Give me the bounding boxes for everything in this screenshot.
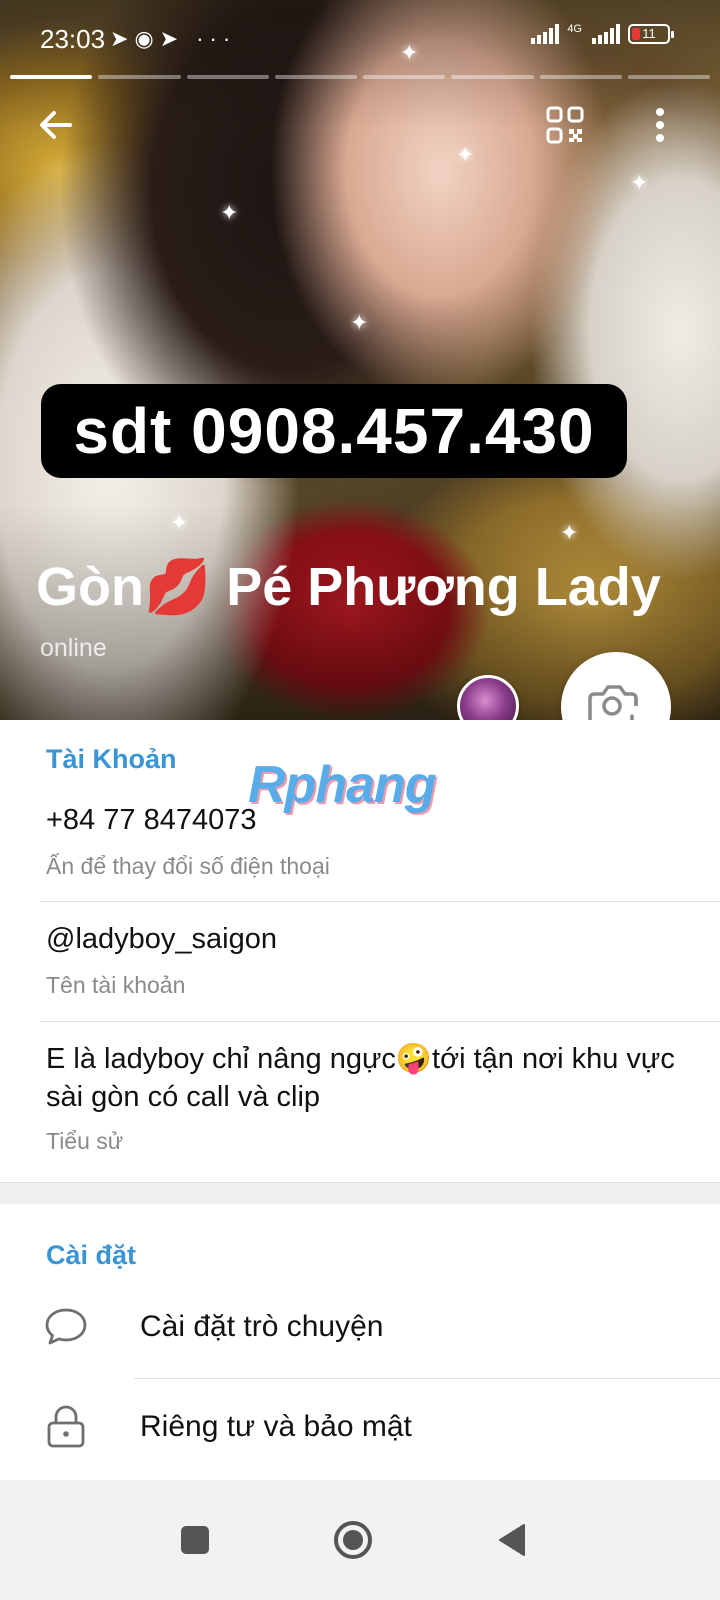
divider: [40, 901, 720, 902]
back-button[interactable]: [26, 95, 86, 155]
network-type-label: 4G: [567, 23, 582, 35]
story-segment: [98, 75, 181, 79]
username-hint: Tên tài khoản: [46, 972, 186, 998]
profile-name: Gòn💋 Pé Phương Lady: [36, 557, 661, 617]
status-indicators: 4G 11: [531, 23, 674, 44]
chat-bubble-icon: [45, 1308, 87, 1345]
story-segment: [186, 75, 269, 79]
recents-button[interactable]: [155, 1500, 235, 1580]
story-segment: [627, 75, 710, 79]
sparkle-decoration: ✦: [220, 200, 239, 225]
settings-item-privacy[interactable]: Riêng tư và bảo mật: [0, 1380, 720, 1476]
status-overflow: ···: [196, 26, 237, 51]
sparkle-decoration: ✦: [630, 170, 649, 195]
phone-number-overlay: sdt 0908.457.430: [41, 384, 627, 478]
back-nav-button[interactable]: [472, 1500, 552, 1580]
back-triangle-icon: [499, 1524, 525, 1556]
status-app-icons: ➤◉➤ ···: [110, 26, 236, 52]
settings-item-label: Riêng tư và bảo mật: [140, 1410, 412, 1443]
qr-code-button[interactable]: [535, 95, 595, 155]
profile-online-status: online: [40, 634, 107, 662]
divider: [134, 1378, 720, 1379]
lock-icon: [47, 1405, 85, 1448]
phone-number-value: +84 77 8474073: [46, 804, 257, 836]
status-time: 23:03: [40, 24, 106, 54]
home-button[interactable]: [313, 1500, 393, 1580]
recents-square-icon: [181, 1526, 209, 1554]
telegram-icon: ➤: [159, 26, 185, 51]
battery-level: 11: [642, 26, 656, 41]
system-nav-bar: [0, 1480, 720, 1600]
more-options-button[interactable]: [630, 95, 690, 155]
sparkle-decoration: ✦: [170, 510, 189, 535]
bio-value: E là ladyboy chỉ nâng ngực🤪tới tận nơi k…: [46, 1043, 675, 1113]
signal-icon: [531, 24, 560, 44]
status-bar: 23:03 ➤◉➤ ··· 4G 11: [0, 18, 720, 62]
messenger-icon: ◉: [134, 26, 160, 51]
signal-icon: [592, 24, 620, 44]
divider: [40, 1021, 720, 1022]
sparkle-decoration: ✦: [350, 310, 369, 335]
section-separator: [0, 1182, 720, 1204]
telegram-icon: ➤: [110, 26, 135, 51]
settings-item-label: Cài đặt trò chuyện: [140, 1310, 384, 1343]
settings-item-chat[interactable]: Cài đặt trò chuyện: [0, 1280, 720, 1376]
bio-hint: Tiểu sử: [46, 1128, 124, 1154]
username-value: @ladyboy_saigon: [46, 923, 277, 955]
story-segment: [10, 75, 93, 79]
account-section-title: Tài Khoản: [46, 744, 177, 774]
battery-icon: 11: [628, 24, 674, 44]
settings-section-title: Cài đặt: [46, 1240, 137, 1270]
story-progress-bar: [10, 75, 710, 79]
story-segment: [363, 75, 446, 79]
story-segment: [274, 75, 357, 79]
sparkle-decoration: ✦: [560, 520, 579, 545]
qr-code-icon: [546, 106, 584, 144]
arrow-left-icon: [40, 111, 72, 139]
sparkle-decoration: ✦: [456, 142, 475, 167]
watermark-logo: Rphang: [248, 756, 437, 814]
phone-number-hint: Ấn để thay đổi số điện thoại: [46, 853, 330, 879]
home-circle-icon: [334, 1521, 372, 1559]
story-segment: [539, 75, 622, 79]
more-vertical-icon: [656, 108, 664, 142]
story-segment: [451, 75, 534, 79]
